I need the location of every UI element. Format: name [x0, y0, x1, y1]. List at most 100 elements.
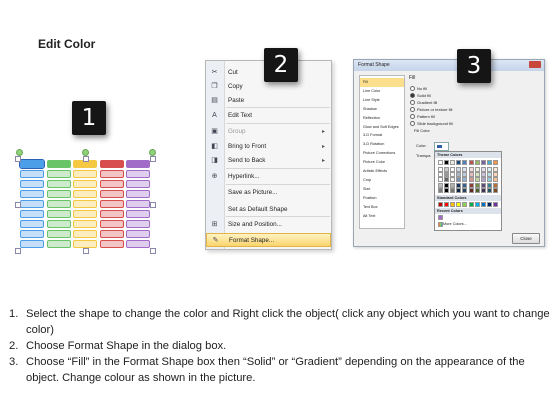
standard-color-swatch[interactable]: [450, 202, 456, 207]
nav-item[interactable]: 3-D Format: [360, 131, 404, 140]
fill-option[interactable]: Slide background fill: [410, 121, 453, 127]
menu-item-size-and-position[interactable]: ⊞ Size and Position...: [206, 218, 331, 232]
resize-handle[interactable]: [15, 248, 21, 254]
copy-icon: ❐: [211, 83, 218, 90]
standard-color-swatch[interactable]: [438, 202, 443, 207]
theme-color-swatch[interactable]: [480, 160, 486, 165]
nav-item[interactable]: Crop: [360, 176, 404, 185]
standard-color-swatch[interactable]: [492, 202, 498, 207]
instruction-number: 3.: [9, 356, 19, 368]
nav-item[interactable]: Picture Color: [360, 158, 404, 167]
radio-icon[interactable]: [410, 100, 415, 106]
table-cell: [126, 220, 150, 228]
theme-color-swatch[interactable]: [468, 187, 474, 193]
menu-item-bring-to-front[interactable]: ◧ Bring to Front ▸: [206, 140, 331, 154]
theme-color-swatch[interactable]: [462, 187, 468, 193]
radio-icon[interactable]: [410, 107, 415, 113]
menu-item-hyperlink[interactable]: ⊕ Hyperlink...: [206, 170, 331, 184]
theme-color-swatch[interactable]: [444, 187, 450, 193]
fill-option[interactable]: No fill: [410, 86, 427, 92]
nav-item[interactable]: Artistic Effects: [360, 167, 404, 176]
menu-item-set-as-default-shape[interactable]: Set as Default Shape: [206, 203, 331, 217]
nav-item[interactable]: Reflection: [360, 114, 404, 123]
nav-item[interactable]: 3-D Rotation: [360, 140, 404, 149]
nav-item[interactable]: Shadow: [360, 105, 404, 114]
fill-option-label: Solid fill: [417, 93, 431, 98]
resize-handle[interactable]: [15, 156, 21, 162]
fill-option-label: Pattern fill: [417, 114, 435, 119]
table-cell: [126, 190, 150, 198]
more-colors-link[interactable]: More Colors...: [443, 222, 467, 226]
menu-item-paste[interactable]: ▤ Paste: [206, 94, 331, 108]
standard-color-swatch[interactable]: [456, 202, 462, 207]
theme-color-swatch[interactable]: [438, 187, 443, 193]
theme-color-swatch[interactable]: [474, 160, 480, 165]
theme-color-swatch[interactable]: [456, 187, 462, 193]
fill-option[interactable]: Pattern fill: [410, 114, 435, 120]
fill-option[interactable]: Gradient fill: [410, 100, 437, 106]
nav-item[interactable]: Fill: [360, 78, 404, 87]
standard-color-swatch[interactable]: [486, 202, 492, 207]
nav-item[interactable]: Position: [360, 194, 404, 203]
standard-color-swatch[interactable]: [462, 202, 468, 207]
table-cell: [73, 240, 97, 248]
menu-item-format-shape[interactable]: ✎ Format Shape...: [206, 233, 331, 247]
standard-color-swatch[interactable]: [444, 202, 450, 207]
transparency-label: Transpa: [416, 153, 431, 158]
dialog-close-icon[interactable]: [529, 61, 541, 68]
menu-item-label: Copy: [228, 83, 243, 90]
resize-handle[interactable]: [83, 156, 89, 162]
standard-color-swatch[interactable]: [480, 202, 486, 207]
rotation-handle[interactable]: [149, 149, 156, 156]
table-shape[interactable]: [15, 149, 156, 254]
theme-color-swatch[interactable]: [450, 160, 456, 165]
radio-icon[interactable]: [410, 93, 415, 99]
menu-item-save-as-picture[interactable]: Save as Picture...: [206, 186, 331, 200]
theme-color-swatch[interactable]: [444, 160, 450, 165]
theme-color-swatch[interactable]: [456, 160, 462, 165]
rotation-handle[interactable]: [16, 149, 23, 156]
theme-color-swatch[interactable]: [486, 187, 492, 193]
nav-item[interactable]: Size: [360, 185, 404, 194]
resize-handle[interactable]: [15, 202, 21, 208]
menu-item-copy[interactable]: ❐ Copy: [206, 80, 331, 94]
nav-item[interactable]: Line Style: [360, 96, 404, 105]
instruction-item: 3. Choose “Fill” in the Format Shape box …: [9, 354, 554, 386]
fill-color-button[interactable]: [434, 142, 449, 151]
nav-item[interactable]: Glow and Soft Edges: [360, 123, 404, 132]
menu-item-label: Edit Text: [228, 112, 253, 119]
standard-color-swatch[interactable]: [474, 202, 480, 207]
menu-item-send-to-back[interactable]: ◨ Send to Back ▸: [206, 154, 331, 168]
rotation-handle[interactable]: [82, 149, 89, 156]
instruction-item: 1. Select the shape to change the color a…: [9, 306, 554, 338]
nav-item[interactable]: Picture Corrections: [360, 149, 404, 158]
resize-handle[interactable]: [150, 248, 156, 254]
theme-color-swatch[interactable]: [438, 160, 443, 165]
nav-item[interactable]: Text Box: [360, 203, 404, 212]
fill-option[interactable]: Solid fill: [410, 93, 431, 99]
radio-icon[interactable]: [410, 86, 415, 92]
theme-color-swatch[interactable]: [492, 160, 498, 165]
theme-color-swatch[interactable]: [474, 187, 480, 193]
resize-handle[interactable]: [83, 248, 89, 254]
close-button[interactable]: Close: [512, 233, 540, 244]
menu-item-edit-text[interactable]: A Edit Text: [206, 109, 331, 123]
theme-color-swatch[interactable]: [462, 160, 468, 165]
radio-icon[interactable]: [410, 121, 415, 127]
group-icon: ▣: [211, 128, 218, 135]
table-cell: [20, 190, 44, 198]
theme-color-swatch[interactable]: [480, 187, 486, 193]
theme-color-swatch[interactable]: [486, 160, 492, 165]
theme-color-swatch[interactable]: [492, 187, 498, 193]
menu-separator: [226, 184, 330, 185]
standard-color-swatch[interactable]: [468, 202, 474, 207]
resize-handle[interactable]: [150, 202, 156, 208]
nav-item[interactable]: Line Color: [360, 87, 404, 96]
theme-color-swatch[interactable]: [468, 160, 474, 165]
resize-handle[interactable]: [150, 156, 156, 162]
nav-item[interactable]: Alt Text: [360, 212, 404, 221]
theme-color-swatch[interactable]: [450, 187, 456, 193]
recent-color-swatch[interactable]: [438, 215, 443, 220]
fill-option[interactable]: Picture or texture fill: [410, 107, 452, 113]
radio-icon[interactable]: [410, 114, 415, 120]
